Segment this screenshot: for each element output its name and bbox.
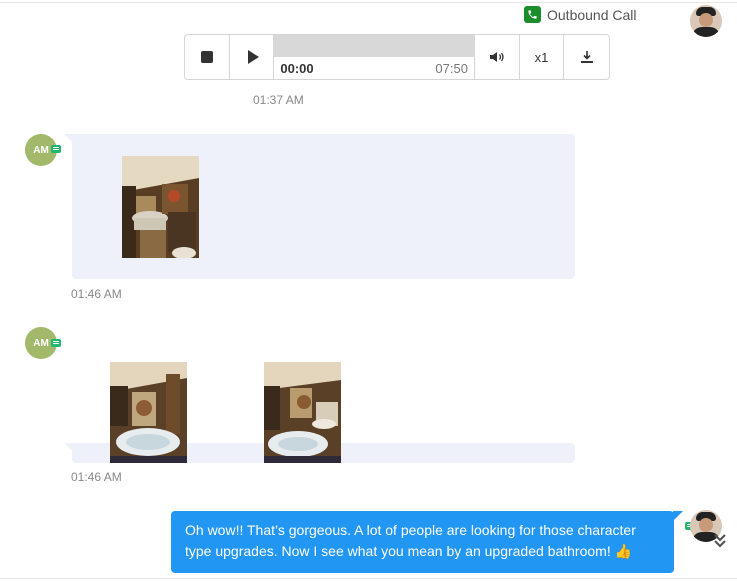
download-button[interactable]: [564, 35, 609, 79]
stop-button[interactable]: [185, 35, 230, 79]
audio-player: 00:00 07:50 x1: [184, 34, 610, 80]
speed-button[interactable]: x1: [520, 35, 565, 79]
outgoing-message: Oh wow!! That’s gorgeous. A lot of peopl…: [171, 511, 683, 573]
play-icon: [247, 50, 259, 64]
image-attachment[interactable]: [122, 156, 199, 258]
volume-icon: [489, 52, 504, 62]
image-attachment[interactable]: [110, 362, 187, 463]
message-timestamp: 01:46 AM: [71, 287, 122, 301]
sms-icon: [51, 145, 61, 153]
current-time: 00:00: [280, 61, 314, 76]
call-timestamp: 01:37 AM: [253, 93, 304, 107]
total-time: 07:50: [435, 61, 468, 76]
progress-track: [274, 35, 474, 57]
call-header: Outbound Call: [524, 6, 637, 23]
call-label-text: Outbound Call: [547, 6, 637, 23]
message-timestamp: 01:46 AM: [71, 470, 122, 484]
top-divider: [0, 2, 737, 3]
message-text: Oh wow!! That’s gorgeous. A lot of peopl…: [185, 522, 636, 559]
scroll-to-bottom-button[interactable]: [711, 533, 729, 551]
volume-button[interactable]: [475, 35, 520, 79]
phone-icon: [524, 6, 541, 23]
avatar-initials: AM: [33, 337, 49, 349]
image-attachment[interactable]: [264, 362, 341, 463]
avatar-initials: AM: [33, 144, 49, 156]
conversation-view: Outbound Call 00:00 07:50 x1 01:37 AM AM…: [0, 0, 737, 581]
bottom-divider: [0, 578, 737, 579]
double-chevron-down-icon: [714, 534, 726, 548]
download-icon: [580, 51, 593, 63]
sms-icon: [51, 339, 61, 347]
stop-icon: [200, 51, 213, 63]
play-button[interactable]: [230, 35, 275, 79]
agent-avatar: [690, 5, 722, 37]
seek-bar[interactable]: 00:00 07:50: [274, 35, 475, 79]
